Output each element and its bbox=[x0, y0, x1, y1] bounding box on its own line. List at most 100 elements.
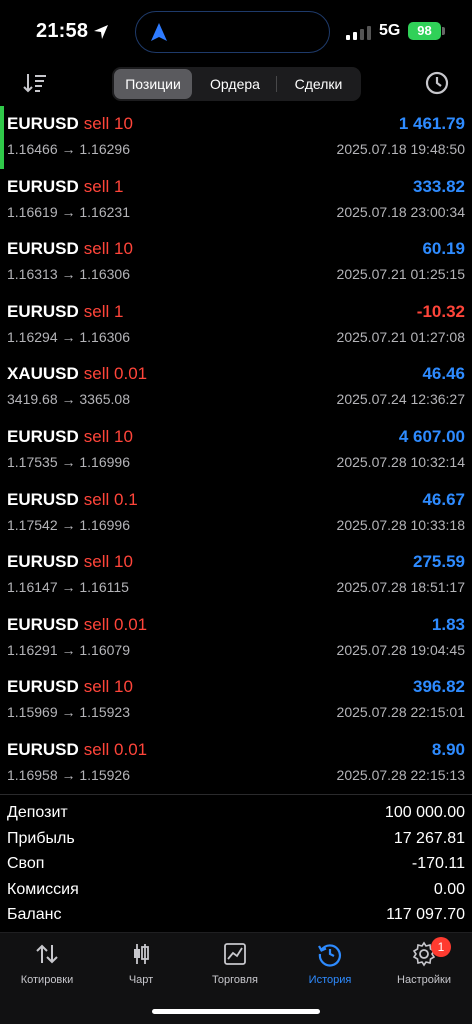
summary-value: 117 097.70 bbox=[386, 906, 465, 924]
tab-quotes[interactable]: Котировки bbox=[0, 941, 94, 997]
header: Позиции Ордера Сделки bbox=[0, 64, 472, 104]
trade-direction: sell 0.1 bbox=[83, 489, 138, 509]
location-arrow-icon bbox=[94, 25, 108, 39]
trade-profit: 396.82 bbox=[413, 677, 465, 697]
trade-prices: 1.16466 → 1.16296 bbox=[7, 141, 130, 157]
summary-label: Прибыль bbox=[7, 829, 75, 847]
segmented-control: Позиции Ордера Сделки bbox=[112, 67, 361, 101]
trade-prices: 1.16958 → 1.15926 bbox=[7, 766, 130, 783]
trade-row[interactable]: EURUSD sell 10 1.16147 → 1.16115 275.59 2… bbox=[0, 544, 472, 607]
cellular-signal-icon bbox=[346, 26, 371, 40]
summary-value: 100 000.00 bbox=[384, 804, 465, 821]
home-indicator bbox=[152, 1009, 320, 1014]
trade-symbol: EURUSD sell 1 bbox=[7, 301, 124, 321]
trade-prices: 1.16147 → 1.16115 bbox=[7, 579, 129, 596]
trade-prices: 1.17542 → 1.16996 bbox=[7, 516, 130, 533]
tab-deals[interactable]: Сделки bbox=[278, 69, 359, 99]
summary-label: Комиссия bbox=[7, 880, 79, 898]
trade-symbol: XAUUSD sell 0.01 bbox=[7, 364, 148, 384]
trade-prices: 3419.68 → 3365.08 bbox=[7, 391, 130, 408]
trade-symbol: EURUSD sell 1 bbox=[7, 176, 124, 196]
trade-symbol: EURUSD sell 0.01 bbox=[7, 614, 148, 634]
tab-label: Чарт bbox=[128, 974, 154, 986]
trade-direction: sell 10 bbox=[83, 552, 133, 572]
summary-label: Баланс bbox=[7, 906, 62, 924]
trade-row[interactable]: EURUSD sell 10 1.16466 → 1.16296 1 461.79… bbox=[0, 106, 472, 169]
summary-balance: Баланс 117 097.70 bbox=[0, 903, 472, 929]
dynamic-island bbox=[135, 11, 330, 53]
trade-row[interactable]: EURUSD sell 0.1 1.17542 → 1.16996 46.67 2… bbox=[0, 482, 472, 545]
summary-commission: Комиссия 0.00 bbox=[0, 878, 472, 904]
trade-date: 2025.07.21 01:25:15 bbox=[336, 266, 465, 283]
trade-direction: sell 10 bbox=[83, 114, 133, 133]
battery-tip bbox=[442, 27, 445, 35]
summary-value: 0.00 bbox=[433, 880, 465, 898]
trade-row[interactable]: EURUSD sell 0.01 1.16958 → 1.15926 8.90 2… bbox=[0, 732, 472, 795]
summary-profit: Прибыль 17 267.81 bbox=[0, 827, 472, 853]
status-bar: 21:58 5G 98 bbox=[0, 0, 472, 62]
trade-direction: sell 10 bbox=[83, 239, 133, 259]
tab-positions[interactable]: Позиции bbox=[114, 69, 192, 99]
trade-date: 2025.07.24 12:36:27 bbox=[336, 391, 465, 408]
tab-orders[interactable]: Ордера bbox=[194, 69, 276, 99]
trade-date: 2025.07.28 18:51:17 bbox=[336, 579, 465, 596]
trade-symbol: EURUSD sell 10 bbox=[7, 552, 133, 572]
trade-profit: 60.19 bbox=[422, 239, 465, 259]
trade-chart-icon bbox=[224, 943, 246, 965]
trade-symbol: EURUSD sell 10 bbox=[7, 114, 133, 133]
trade-prices: 1.17535 → 1.16996 bbox=[7, 453, 130, 470]
trade-prices: 1.16619 → 1.16231 bbox=[7, 203, 130, 220]
trade-row[interactable]: XAUUSD sell 0.01 3419.68 → 3365.08 46.46 … bbox=[0, 356, 472, 419]
tab-chart[interactable]: Чарт bbox=[94, 941, 188, 997]
sort-icon[interactable] bbox=[22, 70, 48, 96]
tab-label: Котировки bbox=[20, 974, 74, 986]
trade-profit: 46.46 bbox=[422, 364, 465, 384]
history-clock-icon bbox=[318, 944, 341, 967]
trade-direction: sell 0.01 bbox=[83, 739, 148, 759]
trade-row[interactable]: EURUSD sell 10 1.17535 → 1.16996 4 607.00… bbox=[0, 419, 472, 482]
trade-profit: 8.90 bbox=[431, 739, 465, 759]
trade-prices: 1.16294 → 1.16306 bbox=[7, 328, 130, 345]
summary-deposit: Депозит 100 000.00 bbox=[0, 801, 472, 827]
segment-divider bbox=[276, 76, 277, 92]
trade-direction: sell 10 bbox=[83, 426, 133, 446]
trade-profit: 46.67 bbox=[422, 489, 465, 509]
summary-swap: Своп -170.11 bbox=[0, 852, 472, 878]
trade-row[interactable]: EURUSD sell 10 1.15969 → 1.15923 396.82 2… bbox=[0, 669, 472, 732]
tab-history[interactable]: История bbox=[283, 941, 377, 997]
trade-row[interactable]: EURUSD sell 10 1.16313 → 1.16306 60.19 20… bbox=[0, 231, 472, 294]
account-summary: Депозит 100 000.00 Прибыль 17 267.81 Сво… bbox=[0, 794, 472, 929]
trade-symbol: EURUSD sell 10 bbox=[7, 426, 133, 446]
tab-trade[interactable]: Торговля bbox=[188, 941, 282, 997]
tab-label: Торговля bbox=[212, 974, 258, 986]
trade-profit: 275.59 bbox=[413, 552, 465, 572]
trade-profit: 4 607.00 bbox=[398, 426, 465, 446]
candlestick-icon bbox=[134, 944, 149, 964]
trade-date: 2025.07.28 10:33:18 bbox=[336, 516, 465, 533]
status-time: 21:58 bbox=[36, 20, 89, 42]
notification-badge: 1 bbox=[431, 937, 451, 957]
trade-row[interactable]: EURUSD sell 0.01 1.16291 → 1.16079 1.83 2… bbox=[0, 607, 472, 670]
trade-row[interactable]: EURUSD sell 1 1.16619 → 1.16231 333.82 20… bbox=[0, 169, 472, 232]
trade-profit: 333.82 bbox=[413, 176, 465, 196]
trade-profit: 1.83 bbox=[431, 614, 465, 634]
trade-date: 2025.07.21 01:27:08 bbox=[336, 328, 465, 345]
tab-settings[interactable]: 1 Настройки bbox=[377, 937, 471, 997]
trade-prices: 1.16313 → 1.16306 bbox=[7, 266, 130, 283]
trade-direction: sell 0.01 bbox=[83, 364, 148, 384]
trade-list: EURUSD sell 10 1.16466 → 1.16296 1 461.79… bbox=[0, 106, 472, 795]
trade-prices: 1.16291 → 1.16079 bbox=[7, 641, 130, 658]
navigation-icon bbox=[151, 23, 167, 41]
trade-row[interactable]: EURUSD sell 1 1.16294 → 1.16306 -10.32 20… bbox=[0, 294, 472, 357]
trade-symbol: EURUSD sell 10 bbox=[7, 677, 133, 697]
trade-symbol: EURUSD sell 10 bbox=[7, 239, 133, 259]
trade-symbol: EURUSD sell 0.01 bbox=[7, 739, 148, 759]
trade-date: 2025.07.28 10:32:14 bbox=[336, 453, 465, 470]
battery-level: 98 bbox=[417, 23, 432, 38]
summary-value: 17 267.81 bbox=[393, 829, 465, 847]
summary-label: Депозит bbox=[7, 804, 68, 821]
trade-direction: sell 0.01 bbox=[83, 614, 148, 634]
battery-icon: 98 bbox=[408, 22, 441, 40]
clock-icon[interactable] bbox=[424, 70, 450, 96]
trade-profit: -10.32 bbox=[416, 301, 465, 321]
